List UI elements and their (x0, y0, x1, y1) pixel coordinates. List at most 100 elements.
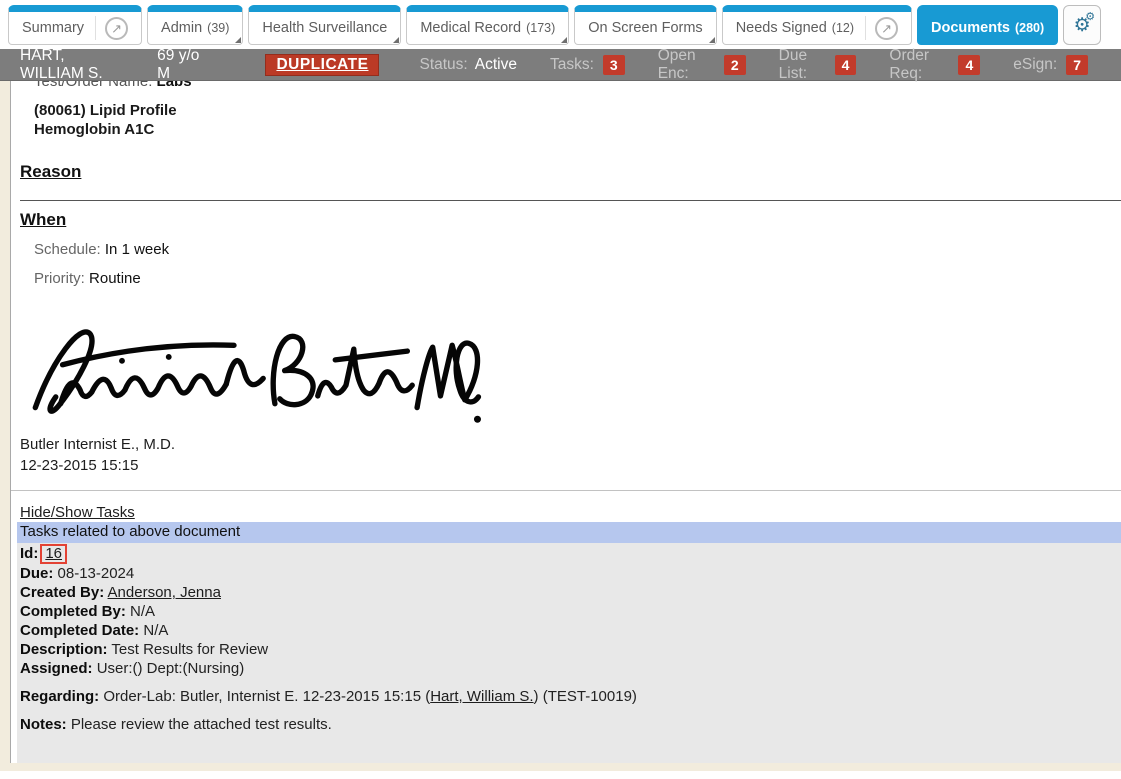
dropdown-fold-icon (235, 37, 241, 43)
dropdown-fold-icon (393, 37, 399, 43)
patient-status: Status: Active (419, 56, 516, 74)
when-heading: When (20, 210, 1121, 230)
duplicate-alert-button[interactable]: DUPLICATE (265, 54, 379, 76)
patient-name: HART, WILLIAM S. (20, 47, 131, 83)
task-created-by-label: Created By: (20, 584, 104, 601)
task-completed-by-label: Completed By: (20, 603, 126, 620)
signer-name: Butler Internist E., M.D. (20, 434, 1121, 455)
task-created-by-row: Created By: Anderson, Jenna (20, 583, 1121, 602)
popout-icon[interactable]: ↗ (875, 17, 898, 40)
task-id-row: Id: 16 (20, 544, 1121, 564)
tab-separator (865, 16, 866, 40)
priority-label: Priority: (34, 270, 85, 287)
signature-image (20, 318, 485, 430)
open-enc-count-badge[interactable]: 2 (724, 55, 746, 75)
tab-count: (280) (1015, 21, 1044, 35)
popout-icon[interactable]: ↗ (105, 17, 128, 40)
tab-on-screen-forms[interactable]: On Screen Forms (574, 5, 716, 45)
stat-open-enc: Open Enc: 2 (658, 47, 746, 83)
due-list-count-badge[interactable]: 4 (835, 55, 857, 75)
tab-needs-signed[interactable]: Needs Signed (12) ↗ (722, 5, 912, 45)
schedule-line: Schedule: In 1 week (20, 240, 1121, 259)
stat-label: Order Req: (889, 47, 949, 83)
stat-label: Tasks: (550, 56, 594, 74)
priority-line: Priority: Routine (20, 269, 1121, 288)
task-description-value: Test Results for Review (111, 641, 268, 658)
patient-age-sex: 69 y/o M (157, 47, 207, 83)
stat-label: Due List: (779, 47, 826, 83)
tab-admin[interactable]: Admin (39) (147, 5, 243, 45)
gear-small-icon: ⚙ (1085, 12, 1095, 23)
tasks-header-row: Tasks related to above document (17, 522, 1121, 543)
task-due-label: Due: (20, 565, 53, 582)
task-description-label: Description: (20, 641, 108, 658)
clipped-order-name-line: Test/Order Name: Labs (20, 81, 1121, 92)
tab-label: Health Surveillance (262, 20, 387, 36)
tab-count: (39) (207, 21, 229, 35)
patient-header-bar: HART, WILLIAM S. 69 y/o M DUPLICATE Stat… (0, 49, 1121, 81)
dropdown-fold-icon (561, 37, 567, 43)
tab-separator (95, 16, 96, 40)
signed-datetime: 12-23-2015 15:15 (20, 455, 1121, 476)
stat-tasks: Tasks: 3 (550, 55, 625, 75)
regarding-patient-link[interactable]: Hart, William S. (430, 688, 533, 705)
tab-summary[interactable]: Summary ↗ (8, 5, 142, 45)
stat-label: Open Enc: (658, 47, 715, 83)
popout-arrow-glyph: ↗ (111, 22, 122, 35)
task-notes-row: Notes: Please review the attached test r… (20, 715, 1121, 734)
tab-health-surveillance[interactable]: Health Surveillance (248, 5, 401, 45)
task-notes-label: Notes: (20, 716, 67, 733)
stat-label: eSign: (1013, 56, 1057, 74)
stat-order-req: Order Req: 4 (889, 47, 980, 83)
tasks-count-badge[interactable]: 3 (603, 55, 625, 75)
task-id-label: Id: (20, 545, 38, 562)
priority-value: Routine (89, 270, 141, 287)
task-completed-date-label: Completed Date: (20, 622, 139, 639)
task-regarding-prefix: Order-Lab: Butler, Internist E. 12-23-20… (103, 688, 430, 705)
tab-label: Medical Record (420, 20, 521, 36)
section-divider (20, 200, 1121, 201)
task-due-value: 08-13-2024 (58, 565, 135, 582)
tab-label: Needs Signed (736, 20, 827, 36)
task-completed-date-value: N/A (143, 622, 168, 639)
dropdown-fold-icon (709, 37, 715, 43)
app-window: Summary ↗ Admin (39) Health Surveillance… (0, 0, 1121, 771)
task-completed-date-row: Completed Date: N/A (20, 621, 1121, 640)
tasks-detail-block: Id: 16 Due: 08-13-2024 Created By: Anders… (17, 543, 1121, 763)
task-due-row: Due: 08-13-2024 (20, 564, 1121, 583)
tab-label: Documents (931, 20, 1010, 36)
stat-esign: eSign: 7 (1013, 55, 1088, 75)
tab-label: Summary (22, 20, 84, 36)
task-assigned-label: Assigned: (20, 660, 93, 677)
task-completed-by-value: N/A (130, 603, 155, 620)
stat-due-list: Due List: 4 (779, 47, 857, 83)
tab-documents[interactable]: Documents (280) (917, 5, 1058, 45)
tab-count: (173) (526, 21, 555, 35)
task-description-row: Description: Test Results for Review (20, 640, 1121, 659)
ordered-test: (80061) Lipid Profile (34, 101, 1121, 120)
schedule-value: In 1 week (105, 241, 169, 258)
task-completed-by-row: Completed By: N/A (20, 602, 1121, 621)
status-value: Active (475, 56, 517, 74)
tab-medical-record[interactable]: Medical Record (173) (406, 5, 569, 45)
popout-arrow-glyph: ↗ (881, 22, 892, 35)
order-req-count-badge[interactable]: 4 (958, 55, 980, 75)
tasks-region: Hide/Show Tasks Tasks related to above d… (11, 490, 1121, 763)
task-regarding-row: Regarding: Order-Lab: Butler, Internist … (20, 687, 1121, 706)
schedule-label: Schedule: (34, 241, 101, 258)
status-label: Status: (419, 56, 467, 74)
hide-show-tasks-link[interactable]: Hide/Show Tasks (20, 503, 135, 522)
document-panel: Test/Order Name: Labs (80061) Lipid Prof… (10, 81, 1121, 763)
settings-button[interactable]: ⚙ ⚙ (1063, 5, 1101, 45)
highlight-box: 16 (40, 544, 67, 564)
tab-bar: Summary ↗ Admin (39) Health Surveillance… (0, 0, 1121, 46)
tab-label: Admin (161, 20, 202, 36)
task-notes-value: Please review the attached test results. (71, 716, 332, 733)
tab-count: (12) (832, 21, 854, 35)
order-name-value: Labs (157, 81, 192, 90)
esign-count-badge[interactable]: 7 (1066, 55, 1088, 75)
created-by-link[interactable]: Anderson, Jenna (108, 584, 221, 601)
task-assigned-value: User:() Dept:(Nursing) (97, 660, 245, 677)
task-id-link[interactable]: 16 (45, 545, 62, 562)
reason-heading: Reason (20, 162, 1121, 182)
